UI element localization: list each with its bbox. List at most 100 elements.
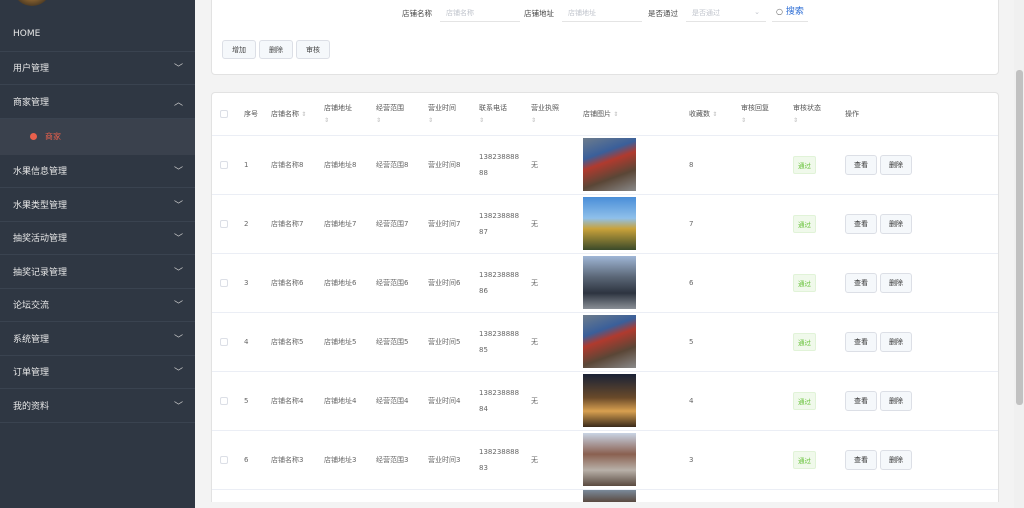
- sidebar-item[interactable]: 水果类型管理 ﹀: [0, 188, 195, 222]
- business-scope: 经营范围6: [374, 253, 426, 313]
- row-checkbox[interactable]: [220, 278, 228, 287]
- sidebar-item[interactable]: 用户管理 ﹀: [0, 52, 195, 85]
- column-header-label: 收藏数: [689, 109, 710, 118]
- business-hours: 营业时间5: [426, 312, 477, 372]
- column-header-label: 店铺地址: [324, 104, 352, 113]
- sidebar-item[interactable]: 抽奖记录管理 ﹀: [0, 255, 195, 289]
- chevron-down-icon: ﹀: [173, 368, 183, 379]
- search-icon: ○: [776, 7, 783, 16]
- chevron-down-icon: ﹀: [173, 401, 183, 412]
- shop-photo[interactable]: [583, 197, 636, 250]
- sort-icon[interactable]: ⇕: [741, 117, 791, 124]
- phone: 13823888886: [477, 253, 529, 313]
- view-button[interactable]: 查看: [845, 213, 877, 234]
- shop-address: 店铺地址8: [322, 135, 374, 195]
- license: 无: [529, 194, 581, 254]
- status-badge: 通过: [793, 391, 816, 410]
- phone: 13823888885: [477, 312, 529, 372]
- row-checkbox[interactable]: [220, 160, 228, 169]
- business-scope: 经营范围3: [374, 430, 426, 490]
- sort-icon[interactable]: ⇕: [613, 111, 618, 118]
- column-header: 审核状态 ⇕: [791, 93, 843, 136]
- sort-icon[interactable]: ⇕: [479, 117, 529, 124]
- view-button[interactable]: 查看: [845, 154, 877, 175]
- sort-icon[interactable]: ⇕: [324, 117, 374, 124]
- sidebar-item[interactable]: 我的资料 ﹀: [0, 389, 195, 423]
- status-badge: 通过: [793, 450, 816, 469]
- actions-cell: 查看 删除: [843, 312, 998, 372]
- add-button[interactable]: 增加: [222, 40, 256, 59]
- column-header-label: 经营范围: [376, 104, 404, 113]
- column-header: 序号: [242, 93, 269, 136]
- shop-photo-cell: [581, 312, 687, 372]
- scrollbar[interactable]: [1014, 0, 1024, 508]
- delete-row-button[interactable]: 删除: [880, 154, 912, 175]
- delete-row-button[interactable]: 删除: [880, 331, 912, 352]
- sidebar-subitem-merchant[interactable]: 商家: [0, 118, 195, 155]
- sidebar-item[interactable]: 水果信息管理 ﹀: [0, 155, 195, 188]
- business-hours: 营业时间4: [426, 371, 477, 431]
- sidebar-item-label: 用户管理: [13, 64, 50, 75]
- row-checkbox[interactable]: [220, 219, 228, 228]
- shop-name-input[interactable]: 店铺名称: [440, 4, 520, 22]
- sidebar-item-label: 订单管理: [13, 368, 50, 379]
- view-button[interactable]: 查看: [845, 449, 877, 470]
- business-scope: 经营范围7: [374, 194, 426, 254]
- status-badge: 通过: [793, 214, 816, 233]
- column-header: 经营范围 ⇕: [374, 93, 426, 136]
- shop-address-input[interactable]: 店铺地址: [562, 4, 642, 22]
- shop-name: 店铺名称3: [269, 430, 322, 490]
- sort-icon[interactable]: ⇕: [301, 111, 306, 118]
- delete-row-button[interactable]: 删除: [880, 390, 912, 411]
- search-button[interactable]: ○ 搜索: [772, 4, 808, 22]
- shop-photo[interactable]: [583, 489, 636, 502]
- audit-reply: [739, 253, 791, 313]
- row-checkbox[interactable]: [220, 396, 228, 405]
- shop-photo[interactable]: [583, 138, 636, 191]
- shop-address: 店铺地址3: [322, 430, 374, 490]
- column-header: 营业执照 ⇕: [529, 93, 581, 136]
- shop-photo[interactable]: [583, 315, 636, 368]
- search-panel: 店铺名称 店铺名称 店铺地址 店铺地址 是否通过 是否通过 ⌄ ○ 搜索 增加 删除 审…: [211, 0, 999, 75]
- sidebar-item[interactable]: HOME: [0, 18, 195, 52]
- business-scope: 经营范围8: [374, 135, 426, 195]
- shop-photo[interactable]: [583, 256, 636, 309]
- avatar[interactable]: [15, 0, 49, 6]
- sidebar-item-label: 系统管理: [13, 334, 50, 345]
- sidebar-item[interactable]: 订单管理 ﹀: [0, 356, 195, 389]
- delete-row-button[interactable]: 删除: [880, 213, 912, 234]
- sort-icon[interactable]: ⇕: [428, 117, 477, 124]
- favorite-count: 5: [687, 312, 739, 372]
- main-content: 店铺名称 店铺名称 店铺地址 店铺地址 是否通过 是否通过 ⌄ ○ 搜索 增加 删除 审…: [195, 0, 1014, 508]
- chevron-down-icon: ﹀: [173, 234, 183, 245]
- column-header-label: 营业时间: [428, 104, 456, 113]
- status-badge: 通过: [793, 332, 816, 351]
- shop-photo[interactable]: [583, 374, 636, 427]
- sidebar-item[interactable]: 商家管理 ︿: [0, 85, 195, 119]
- sort-icon[interactable]: ⇕: [376, 117, 426, 124]
- sidebar-item[interactable]: 抽奖活动管理 ﹀: [0, 222, 195, 255]
- sort-icon[interactable]: ⇕: [531, 117, 581, 124]
- view-button[interactable]: 查看: [845, 272, 877, 293]
- actions-cell: 查看 删除: [843, 135, 998, 195]
- sidebar-item-label: 论坛交流: [13, 301, 50, 312]
- scrollbar-thumb[interactable]: [1016, 70, 1023, 405]
- view-button[interactable]: 查看: [845, 331, 877, 352]
- shop-photo[interactable]: [583, 433, 636, 486]
- pass-select[interactable]: 是否通过 ⌄: [686, 4, 766, 22]
- delete-row-button[interactable]: 删除: [880, 272, 912, 293]
- audit-button[interactable]: 审核: [296, 40, 330, 59]
- row-checkbox[interactable]: [220, 455, 228, 464]
- column-header-label: 店铺图片: [583, 109, 611, 118]
- phone-value: 13823888887: [479, 211, 520, 236]
- sort-icon[interactable]: ⇕: [793, 117, 843, 124]
- chevron-down-icon: ﹀: [173, 267, 183, 278]
- delete-button[interactable]: 删除: [259, 40, 293, 59]
- sidebar-item[interactable]: 系统管理 ﹀: [0, 322, 195, 356]
- sort-icon[interactable]: ⇕: [712, 111, 717, 118]
- sidebar-item[interactable]: 论坛交流 ﹀: [0, 289, 195, 322]
- row-checkbox[interactable]: [220, 337, 228, 346]
- delete-row-button[interactable]: 删除: [880, 449, 912, 470]
- select-all-checkbox[interactable]: [220, 109, 228, 118]
- view-button[interactable]: 查看: [845, 390, 877, 411]
